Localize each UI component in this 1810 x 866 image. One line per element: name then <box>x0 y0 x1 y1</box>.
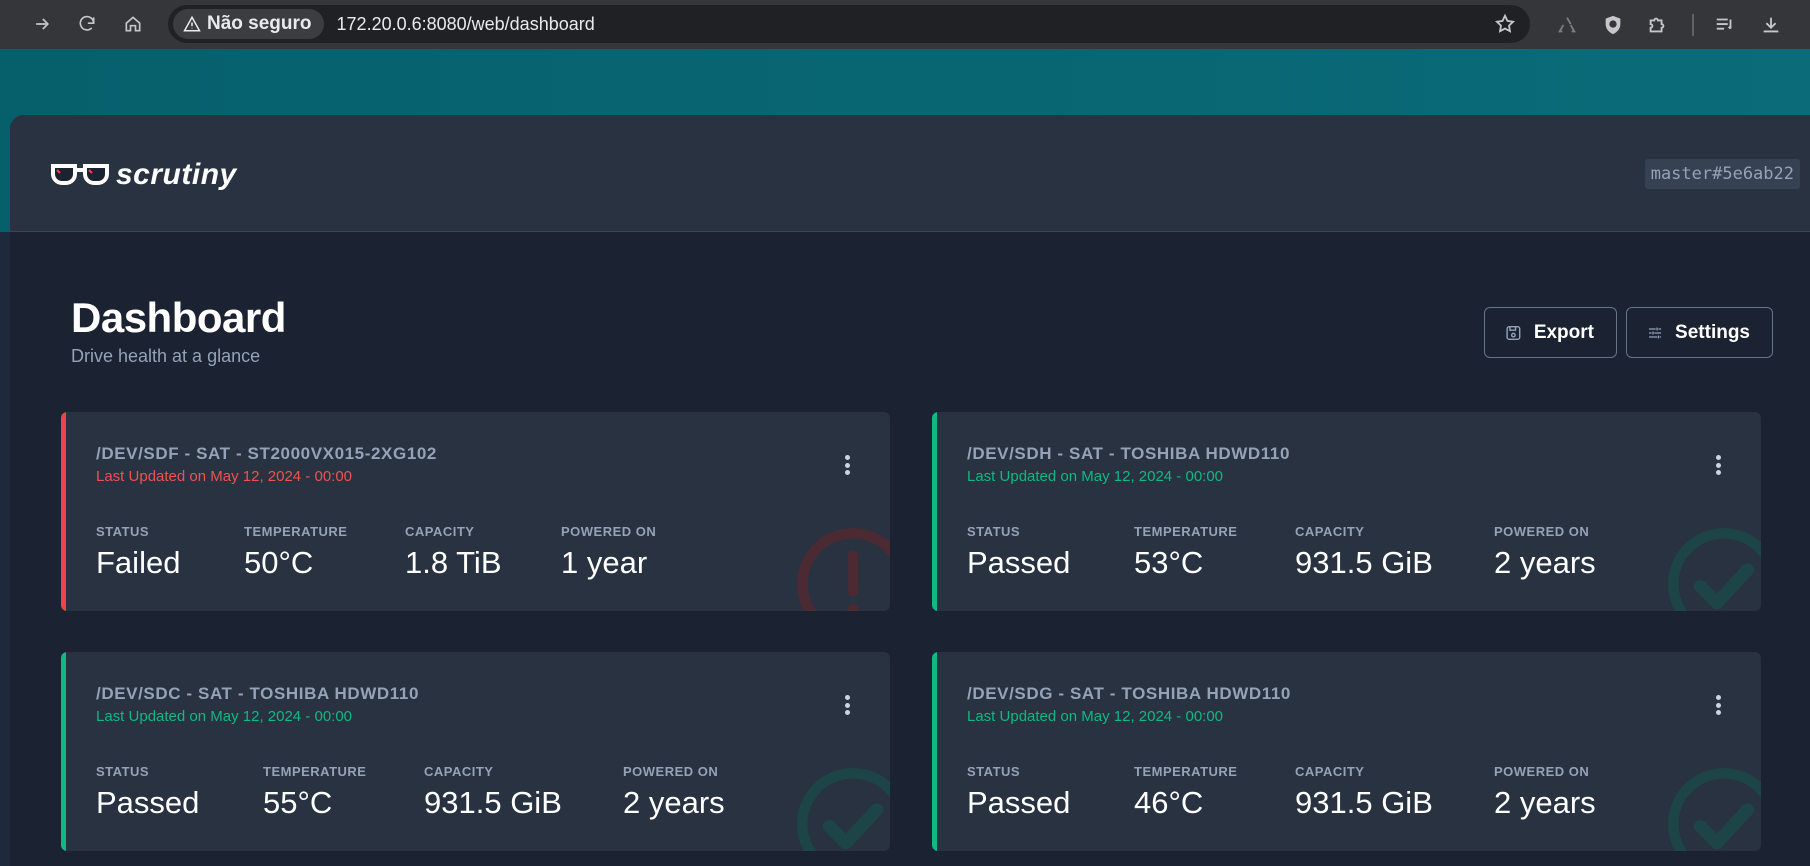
version-badge: master#5e6ab22 <box>1644 159 1800 189</box>
more-options-icon[interactable] <box>837 452 857 478</box>
stat-temperature: TEMPERATURE 53°C <box>1134 524 1238 580</box>
drive-temperature-value: 46°C <box>1134 785 1204 820</box>
download-icon[interactable] <box>1758 12 1784 38</box>
stat-powered-on: POWERED ON 2 years <box>1494 524 1596 580</box>
drive-device-name[interactable]: /DEV/SDG - SAT - TOSHIBA HDWD110 <box>967 684 1291 704</box>
stat-temperature: TEMPERATURE 46°C <box>1134 764 1238 820</box>
more-options-icon[interactable] <box>837 692 857 718</box>
security-label: Não seguro <box>207 13 312 34</box>
address-bar[interactable]: Não seguro 172.20.0.6:8080/web/dashboard <box>168 5 1530 43</box>
status-bar-passed <box>932 412 937 611</box>
drive-device-name[interactable]: /DEV/SDC - SAT - TOSHIBA HDWD110 <box>96 684 419 704</box>
logo[interactable]: scrutiny <box>50 158 237 192</box>
drive-card[interactable]: /DEV/SDF - SAT - ST2000VX015-2XG102 Last… <box>61 412 890 611</box>
drive-last-updated: Last Updated on May 12, 2024 - 00:00 <box>96 468 353 485</box>
stat-powered-on: POWERED ON 2 years <box>623 764 725 820</box>
stat-status: STATUS Passed <box>967 524 1071 580</box>
drive-card[interactable]: /DEV/SDC - SAT - TOSHIBA HDWD110 Last Up… <box>61 652 890 851</box>
shield-extension-icon[interactable] <box>1600 12 1626 38</box>
more-options-icon[interactable] <box>1708 692 1728 718</box>
check-icon <box>1667 767 1761 851</box>
forward-icon[interactable] <box>26 8 58 40</box>
page-subtitle: Drive health at a glance <box>71 346 261 366</box>
drive-last-updated: Last Updated on May 12, 2024 - 00:00 <box>96 708 353 725</box>
extensions-puzzle-icon[interactable] <box>1644 12 1670 38</box>
drive-status-value: Passed <box>96 785 200 820</box>
drive-capacity-value: 931.5 GiB <box>1295 545 1433 580</box>
glasses-icon <box>51 164 109 185</box>
stat-powered-on: POWERED ON 2 years <box>1494 764 1596 820</box>
drive-temperature-value: 50°C <box>244 545 314 580</box>
drive-card[interactable]: /DEV/SDG - SAT - TOSHIBA HDWD110 Last Up… <box>932 652 1761 851</box>
app-container: scrutiny master#5e6ab22 Dashboard Drive … <box>10 115 1810 866</box>
settings-label: Settings <box>1675 321 1750 343</box>
drive-capacity-value: 1.8 TiB <box>405 545 502 580</box>
drive-last-updated: Last Updated on May 12, 2024 - 00:00 <box>967 468 1224 485</box>
drive-capacity-value: 931.5 GiB <box>424 785 562 820</box>
drive-temperature-value: 53°C <box>1134 545 1204 580</box>
alert-icon <box>796 527 890 611</box>
stat-status: STATUS Passed <box>96 764 200 820</box>
check-icon <box>796 767 890 851</box>
warning-icon <box>183 15 201 32</box>
drive-powered-on-value: 2 years <box>1494 785 1596 820</box>
stat-capacity: CAPACITY 931.5 GiB <box>424 764 562 820</box>
status-bar-passed <box>61 652 66 851</box>
stat-capacity: CAPACITY 931.5 GiB <box>1295 764 1433 820</box>
app-header: scrutiny master#5e6ab22 <box>10 115 1810 232</box>
export-button[interactable]: Export <box>1484 307 1617 358</box>
settings-button[interactable]: Settings <box>1626 307 1773 358</box>
url-text[interactable]: 172.20.0.6:8080/web/dashboard <box>337 14 595 35</box>
drive-device-name[interactable]: /DEV/SDF - SAT - ST2000VX015-2XG102 <box>96 444 437 464</box>
stat-capacity: CAPACITY 1.8 TiB <box>405 524 502 580</box>
page-title: Dashboard <box>71 294 286 341</box>
reload-icon[interactable] <box>71 8 103 40</box>
drive-card[interactable]: /DEV/SDH - SAT - TOSHIBA HDWD110 Last Up… <box>932 412 1761 611</box>
more-options-icon[interactable] <box>1708 452 1728 478</box>
drive-capacity-value: 931.5 GiB <box>1295 785 1433 820</box>
stat-powered-on: POWERED ON 1 year <box>561 524 657 580</box>
status-bar-passed <box>932 652 937 851</box>
drive-status-value: Passed <box>967 785 1071 820</box>
drive-device-name[interactable]: /DEV/SDH - SAT - TOSHIBA HDWD110 <box>967 444 1290 464</box>
status-bar-failed <box>61 412 66 611</box>
bookmark-star-icon[interactable] <box>1494 13 1516 35</box>
browser-toolbar: Não seguro 172.20.0.6:8080/web/dashboard <box>0 0 1810 49</box>
stat-capacity: CAPACITY 931.5 GiB <box>1295 524 1433 580</box>
drive-status-value: Failed <box>96 545 181 580</box>
drive-last-updated: Last Updated on May 12, 2024 - 00:00 <box>967 708 1224 725</box>
drive-temperature-value: 55°C <box>263 785 333 820</box>
sliders-icon <box>1649 327 1662 338</box>
logo-text: scrutiny <box>116 158 237 191</box>
toolbar-divider <box>1692 14 1694 36</box>
stat-status: STATUS Failed <box>96 524 181 580</box>
stat-status: STATUS Passed <box>967 764 1071 820</box>
stat-temperature: TEMPERATURE 55°C <box>263 764 367 820</box>
reading-list-icon[interactable] <box>1712 12 1738 38</box>
home-icon[interactable] <box>117 8 149 40</box>
recycle-extension-icon[interactable] <box>1554 12 1580 38</box>
export-label: Export <box>1533 321 1594 343</box>
drive-powered-on-value: 2 years <box>623 785 725 820</box>
save-icon <box>1506 325 1521 340</box>
drive-powered-on-value: 2 years <box>1494 545 1596 580</box>
stat-temperature: TEMPERATURE 50°C <box>244 524 348 580</box>
security-chip[interactable]: Não seguro <box>173 9 324 39</box>
check-icon <box>1667 527 1761 611</box>
drive-powered-on-value: 1 year <box>561 545 648 580</box>
drive-status-value: Passed <box>967 545 1071 580</box>
